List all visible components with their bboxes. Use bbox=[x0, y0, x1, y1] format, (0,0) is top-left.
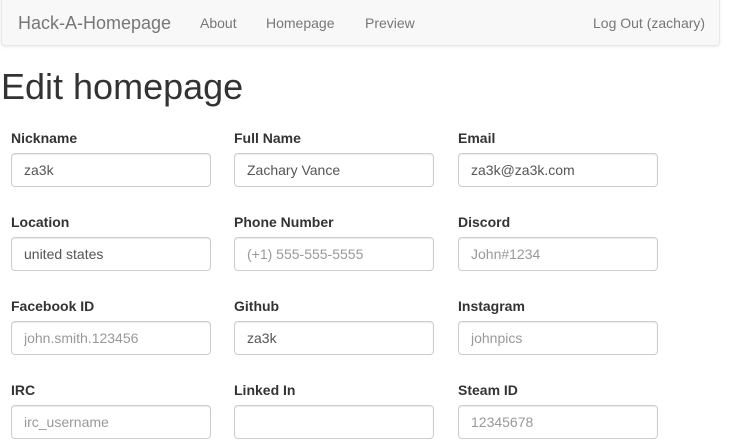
navbar: Hack-A-Homepage About Homepage Preview L… bbox=[1, 0, 720, 46]
github-input[interactable] bbox=[234, 321, 434, 355]
phone-number-input[interactable] bbox=[234, 237, 434, 271]
irc-input[interactable] bbox=[11, 405, 211, 439]
discord-input[interactable] bbox=[458, 237, 658, 271]
full-name-input[interactable] bbox=[234, 153, 434, 187]
nickname-input[interactable] bbox=[11, 153, 211, 187]
full-name-label: Full Name bbox=[234, 130, 301, 146]
irc-label: IRC bbox=[11, 382, 36, 398]
nav-link-preview[interactable]: Preview bbox=[365, 15, 415, 31]
facebook-id-input[interactable] bbox=[11, 321, 211, 355]
nickname-label: Nickname bbox=[11, 130, 78, 146]
github-label: Github bbox=[234, 298, 280, 314]
instagram-input[interactable] bbox=[458, 321, 658, 355]
instagram-label: Instagram bbox=[458, 298, 525, 314]
steam-id-label: Steam ID bbox=[458, 382, 518, 398]
facebook-id-label: Facebook ID bbox=[11, 298, 95, 314]
logout-link[interactable]: Log Out (zachary) bbox=[593, 15, 705, 31]
steam-id-input[interactable] bbox=[458, 405, 658, 439]
discord-label: Discord bbox=[458, 214, 511, 230]
linkedin-input[interactable] bbox=[234, 405, 434, 439]
phone-number-label: Phone Number bbox=[234, 214, 334, 230]
email-label: Email bbox=[458, 130, 496, 146]
brand-link[interactable]: Hack-A-Homepage bbox=[18, 13, 171, 33]
nav-link-about[interactable]: About bbox=[200, 15, 237, 31]
email-input[interactable] bbox=[458, 153, 658, 187]
nav-link-homepage[interactable]: Homepage bbox=[266, 15, 335, 31]
linkedin-label: Linked In bbox=[234, 382, 296, 398]
location-input[interactable] bbox=[11, 237, 211, 271]
location-label: Location bbox=[11, 214, 70, 230]
page-title: Edit homepage bbox=[1, 66, 244, 107]
